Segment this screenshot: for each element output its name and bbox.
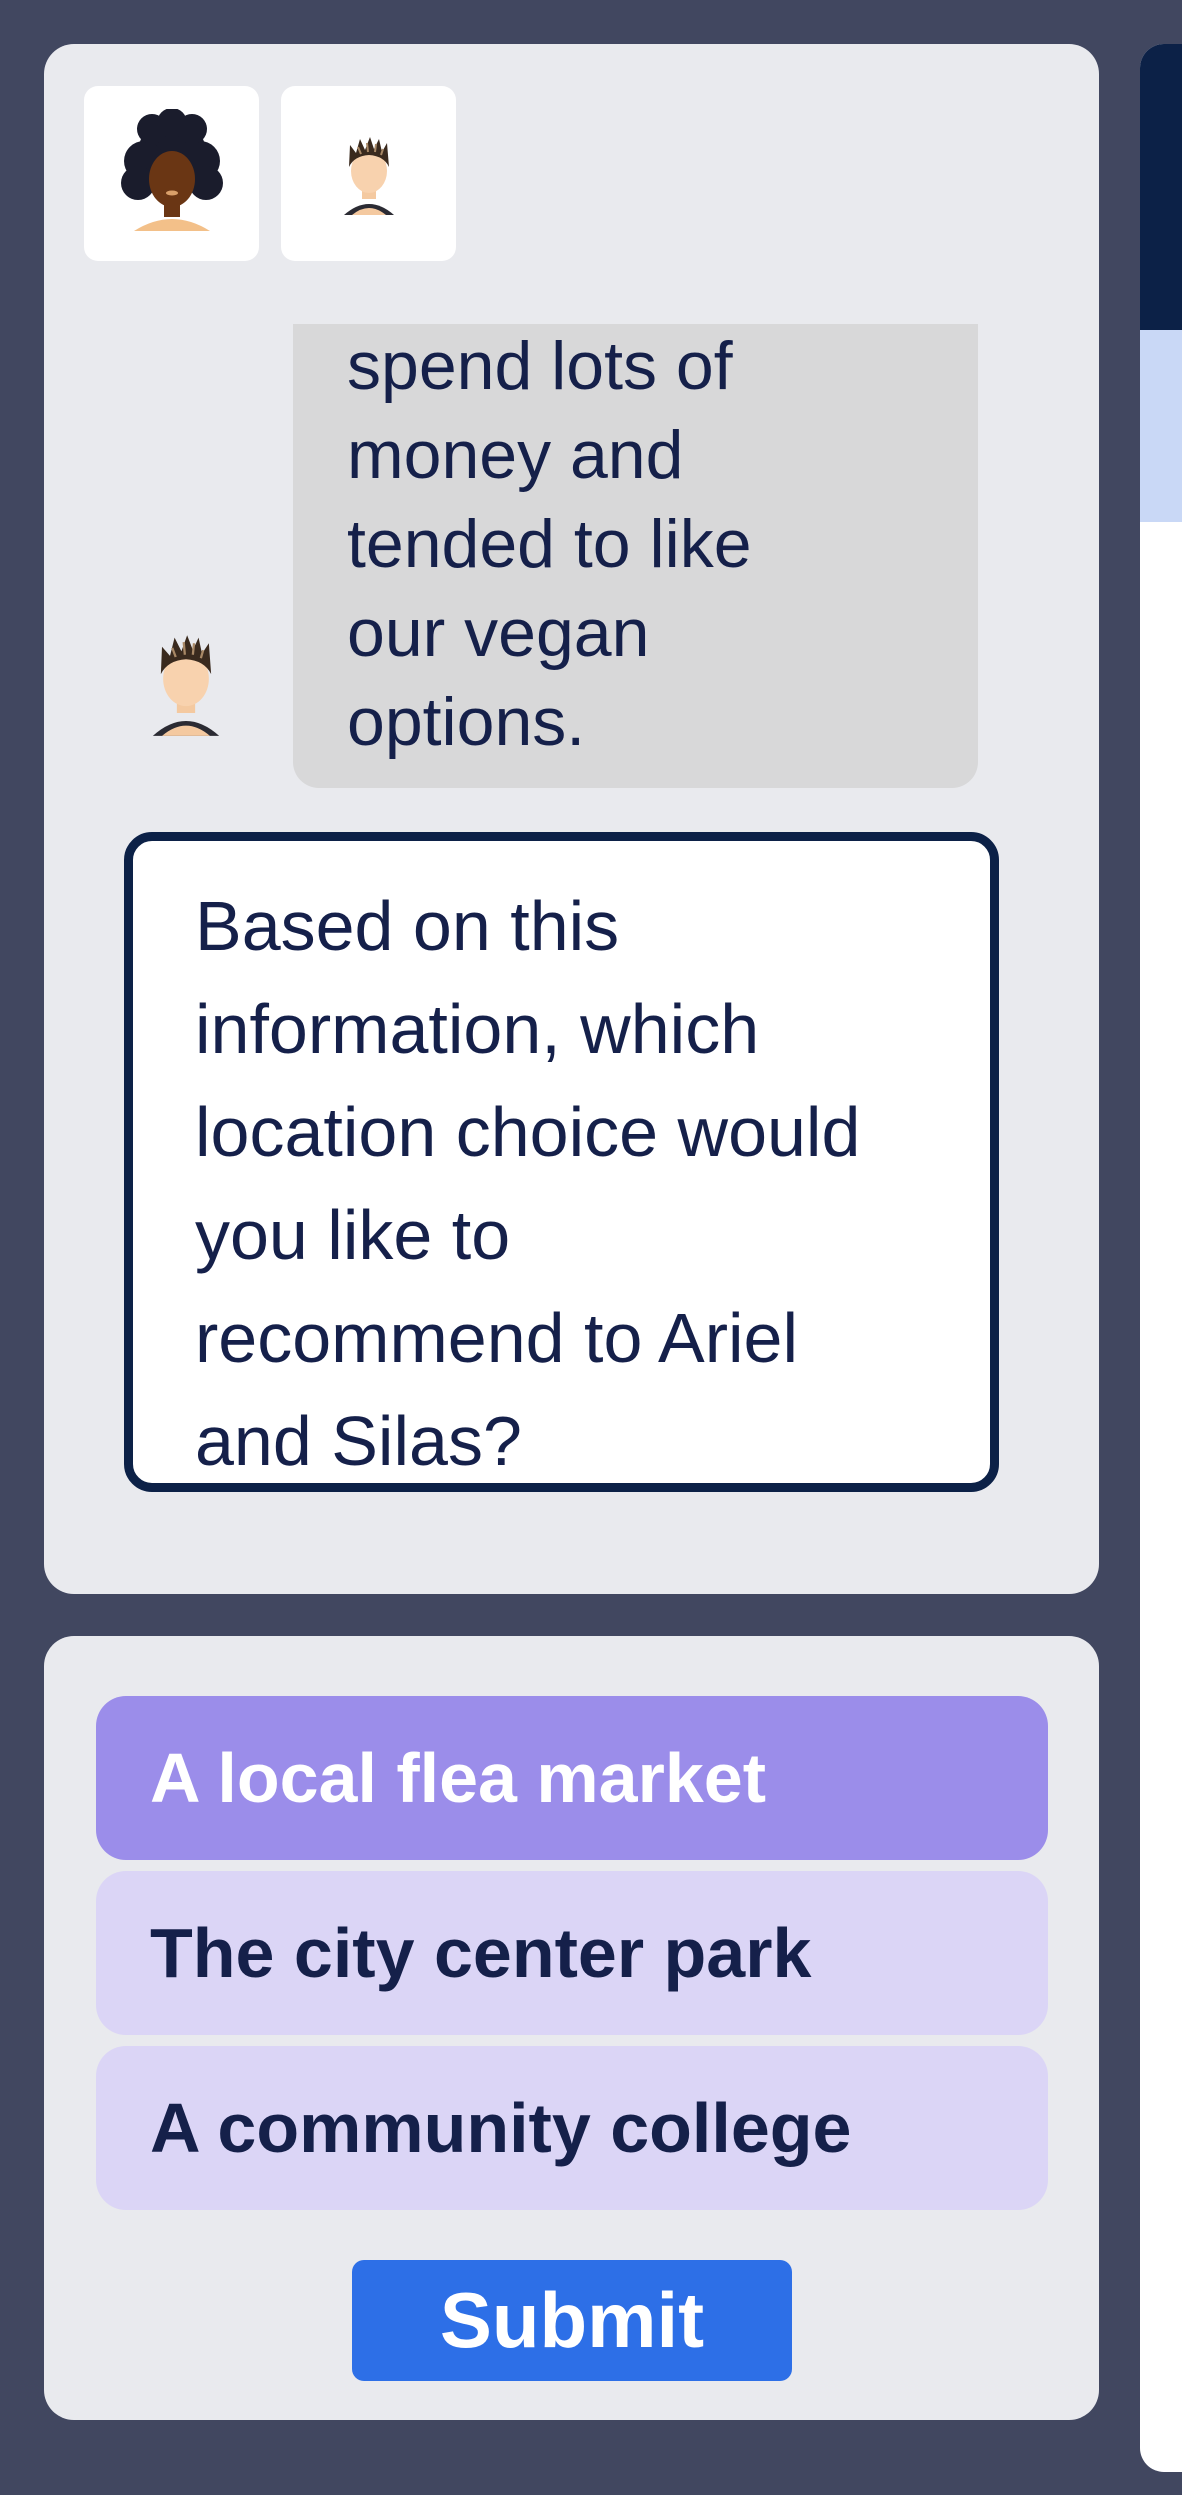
woman-curly-hair-icon [120,108,223,231]
message-speaker-avatar-icon [152,635,220,736]
question-text: Based on this information, which locatio… [195,887,861,1480]
answer-options-card: A local flea market The city center park… [44,1636,1099,2420]
option-label: The city center park [150,1914,812,1992]
option-city-center-park[interactable]: The city center park [96,1871,1048,2035]
adjacent-panel-band [1140,330,1182,522]
adjacent-panel-header [1140,44,1182,330]
participant-avatar-ariel [84,86,259,261]
participant-avatar-silas [281,86,456,261]
question-box: Based on this information, which locatio… [124,832,999,1492]
conversation-card: spend lots of money and tended to like o… [44,44,1099,1594]
submit-button[interactable]: Submit [352,2260,792,2381]
chat-message-text: spend lots of money and tended to like o… [347,328,752,760]
option-label: A local flea market [150,1739,767,1817]
option-label: A community college [150,2089,852,2167]
chat-message-bubble: spend lots of money and tended to like o… [293,324,978,788]
man-spiky-hair-icon [343,136,394,215]
option-local-flea-market[interactable]: A local flea market [96,1696,1048,1860]
option-community-college[interactable]: A community college [96,2046,1048,2210]
adjacent-panel [1140,44,1182,2472]
